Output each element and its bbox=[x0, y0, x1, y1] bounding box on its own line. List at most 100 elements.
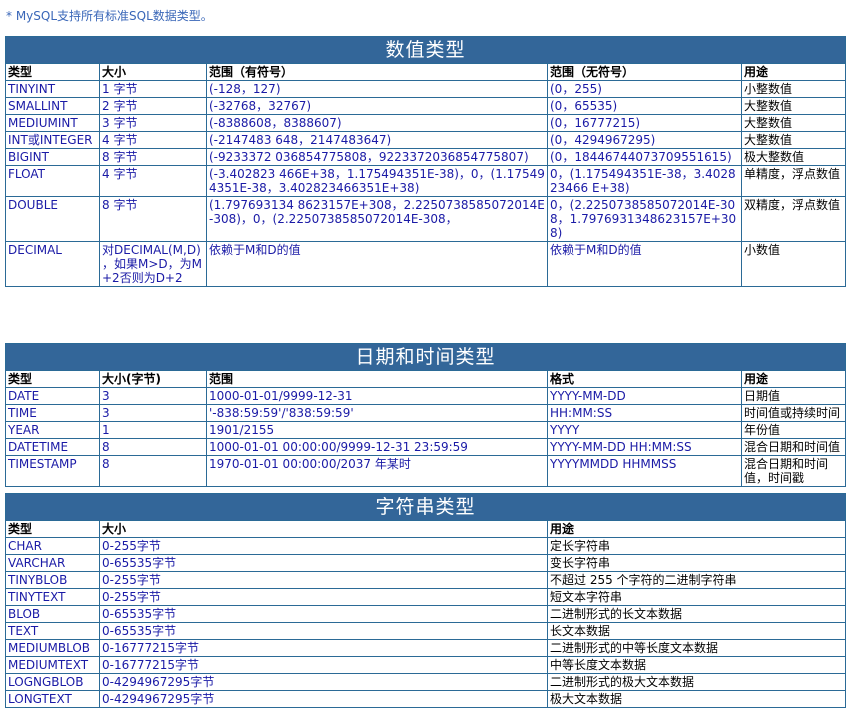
size-cell: 8 字节 bbox=[99, 196, 207, 242]
table-row: LOGNGBLOB 0-4294967295字节 二进制形式的极大文本数据 bbox=[5, 673, 846, 691]
range-cell: (0，16777215) bbox=[547, 114, 742, 132]
type-cell: BLOB bbox=[5, 605, 100, 623]
size-cell: 8 bbox=[99, 438, 207, 456]
datetime-types-table: 日期和时间类型 类型 大小(字节) 范围 格式 用途 DATE 3 1000-01-… bbox=[5, 343, 846, 487]
usage-cell: 小数值 bbox=[741, 241, 846, 287]
numeric-header-row: 类型 大小 范围（有符号） 范围（无符号） 用途 bbox=[5, 63, 846, 81]
size-cell: 4 字节 bbox=[99, 131, 207, 149]
type-cell: LOGNGBLOB bbox=[5, 673, 100, 691]
type-cell: CHAR bbox=[5, 537, 100, 555]
type-cell: MEDIUMTEXT bbox=[5, 656, 100, 674]
size-cell: 0-255字节 bbox=[99, 588, 548, 606]
range-cell: (-3.402823 466E+38，1.175494351E-38)，0，(1… bbox=[206, 165, 548, 197]
table-row: BLOB 0-65535字节 二进制形式的长文本数据 bbox=[5, 605, 846, 623]
size-cell: 3 字节 bbox=[99, 114, 207, 132]
string-header-row: 类型 大小 用途 bbox=[5, 520, 846, 538]
numeric-types-title: 数值类型 bbox=[5, 36, 846, 64]
size-cell: 3 bbox=[99, 404, 207, 422]
usage-cell: 大整数值 bbox=[741, 97, 846, 115]
range-cell: (-2147483 648，2147483647) bbox=[206, 131, 548, 149]
usage-cell: 定长字符串 bbox=[547, 537, 846, 555]
table-row: SMALLINT 2 字节 (-32768，32767) (0，65535) 大整数值 bbox=[5, 97, 846, 115]
range-cell: (0，65535) bbox=[547, 97, 742, 115]
type-cell: INT或INTEGER bbox=[5, 131, 100, 149]
string-types-table: 字符串类型 类型 大小 用途 CHAR 0-255字节 定长字符串 VARCHAR 0-… bbox=[5, 493, 846, 708]
size-cell: 8 bbox=[99, 455, 207, 487]
range-cell: '-838:59:59'/'838:59:59' bbox=[206, 404, 548, 422]
size-cell: 3 bbox=[99, 387, 207, 405]
range-cell: (1.797693134 8623157E+308，2.225073858507… bbox=[206, 196, 548, 242]
range-cell: (0，255) bbox=[547, 80, 742, 98]
range-cell: 1970-01-01 00:00:00/2037 年某时 bbox=[206, 455, 548, 487]
table-row: DATE 3 1000-01-01/9999-12-31 YYYY-MM-DD 日期值 bbox=[5, 387, 846, 405]
table-row: TIMESTAMP 8 1970-01-01 00:00:00/2037 年某时 YY… bbox=[5, 455, 846, 487]
datetime-rows: DATE 3 1000-01-01/9999-12-31 YYYY-MM-DD 日期值 T… bbox=[5, 387, 846, 487]
usage-cell: 双精度，浮点数值 bbox=[741, 196, 846, 242]
header-size: 大小 bbox=[99, 63, 207, 81]
table-row: TIME 3 '-838:59:59'/'838:59:59' HH:MM:SS 时间值… bbox=[5, 404, 846, 422]
type-cell: DATE bbox=[5, 387, 100, 405]
intro-note: * MySQL支持所有标准SQL数据类型。 bbox=[6, 9, 213, 23]
range-cell: 0，(2.2250738585072014E-308，1.79769313486… bbox=[547, 196, 742, 242]
size-cell: 8 字节 bbox=[99, 148, 207, 166]
usage-cell: 变长字符串 bbox=[547, 554, 846, 572]
type-cell: TIME bbox=[5, 404, 100, 422]
range-cell: (-128，127) bbox=[206, 80, 548, 98]
usage-cell: 年份值 bbox=[741, 421, 846, 439]
type-cell: LONGTEXT bbox=[5, 690, 100, 708]
range-cell: 1000-01-01 00:00:00/9999-12-31 23:59:59 bbox=[206, 438, 548, 456]
usage-cell: 中等长度文本数据 bbox=[547, 656, 846, 674]
usage-cell: 极大整数值 bbox=[741, 148, 846, 166]
numeric-types-table: 数值类型 类型 大小 范围（有符号） 范围（无符号） 用途 TINYINT 1 字… bbox=[5, 36, 846, 287]
usage-cell: 二进制形式的极大文本数据 bbox=[547, 673, 846, 691]
range-cell: 依赖于M和D的值 bbox=[547, 241, 742, 287]
size-cell: 0-16777215字节 bbox=[99, 656, 548, 674]
header-range: 范围 bbox=[206, 370, 548, 388]
usage-cell: 小整数值 bbox=[741, 80, 846, 98]
range-cell: (-32768，32767) bbox=[206, 97, 548, 115]
type-cell: BIGINT bbox=[5, 148, 100, 166]
type-cell: DATETIME bbox=[5, 438, 100, 456]
size-cell: 0-65535字节 bbox=[99, 622, 548, 640]
range-cell: 0，(1.175494351E-38，3.402823466 E+38) bbox=[547, 165, 742, 197]
range-cell: YYYY-MM-DD HH:MM:SS bbox=[547, 438, 742, 456]
numeric-rows: TINYINT 1 字节 (-128，127) (0，255) 小整数值 SMALLINT… bbox=[5, 80, 846, 287]
type-cell: FLOAT bbox=[5, 165, 100, 197]
usage-cell: 不超过 255 个字符的二进制字符串 bbox=[547, 571, 846, 589]
header-usage: 用途 bbox=[741, 63, 846, 81]
type-cell: DOUBLE bbox=[5, 196, 100, 242]
range-cell: (-8388608，8388607) bbox=[206, 114, 548, 132]
string-rows: CHAR 0-255字节 定长字符串 VARCHAR 0-65535字节 变长字符串 TIN… bbox=[5, 537, 846, 708]
range-cell: 1000-01-01/9999-12-31 bbox=[206, 387, 548, 405]
table-row: INT或INTEGER 4 字节 (-2147483 648，2147483647)… bbox=[5, 131, 846, 149]
size-cell: 0-16777215字节 bbox=[99, 639, 548, 657]
usage-cell: 二进制形式的长文本数据 bbox=[547, 605, 846, 623]
size-cell: 4 字节 bbox=[99, 165, 207, 197]
table-row: VARCHAR 0-65535字节 变长字符串 bbox=[5, 554, 846, 572]
usage-cell: 大整数值 bbox=[741, 114, 846, 132]
type-cell: TINYTEXT bbox=[5, 588, 100, 606]
size-cell: 1 字节 bbox=[99, 80, 207, 98]
table-row: LONGTEXT 0-4294967295字节 极大文本数据 bbox=[5, 690, 846, 708]
table-row: TINYINT 1 字节 (-128，127) (0，255) 小整数值 bbox=[5, 80, 846, 98]
table-row: TINYTEXT 0-255字节 短文本字符串 bbox=[5, 588, 846, 606]
datetime-header-row: 类型 大小(字节) 范围 格式 用途 bbox=[5, 370, 846, 388]
table-row: MEDIUMTEXT 0-16777215字节 中等长度文本数据 bbox=[5, 656, 846, 674]
string-types-title: 字符串类型 bbox=[5, 493, 846, 521]
size-cell: 0-4294967295字节 bbox=[99, 673, 548, 691]
range-cell: (-9233372 036854775808，92233720368547758… bbox=[206, 148, 548, 166]
size-cell: 0-255字节 bbox=[99, 537, 548, 555]
table-row: FLOAT 4 字节 (-3.402823 466E+38，1.175494351E… bbox=[5, 165, 846, 197]
datetime-types-title: 日期和时间类型 bbox=[5, 343, 846, 371]
size-cell: 2 字节 bbox=[99, 97, 207, 115]
type-cell: VARCHAR bbox=[5, 554, 100, 572]
usage-cell: 极大文本数据 bbox=[547, 690, 846, 708]
range-cell: 依赖于M和D的值 bbox=[206, 241, 548, 287]
size-cell: 0-65535字节 bbox=[99, 605, 548, 623]
type-cell: TINYINT bbox=[5, 80, 100, 98]
type-cell: TIMESTAMP bbox=[5, 455, 100, 487]
range-cell: YYYY bbox=[547, 421, 742, 439]
usage-cell: 日期值 bbox=[741, 387, 846, 405]
size-cell: 0-255字节 bbox=[99, 571, 548, 589]
usage-cell: 大整数值 bbox=[741, 131, 846, 149]
